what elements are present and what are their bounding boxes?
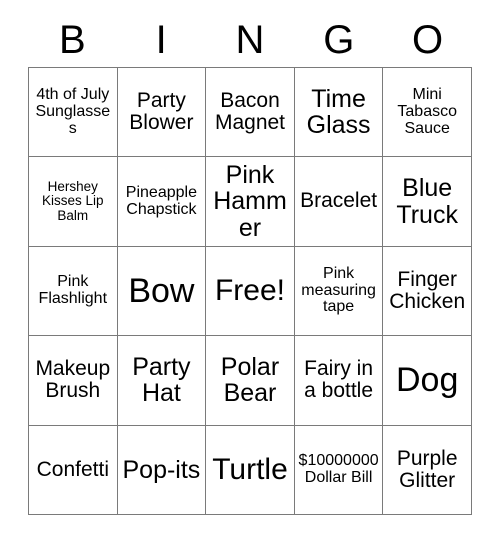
bingo-cell-label: Time Glass: [306, 84, 371, 140]
bingo-cell-b5[interactable]: Confetti: [29, 425, 118, 515]
free-space-label: Free!: [214, 274, 285, 308]
bingo-cell-label: Pink Hammer: [213, 160, 287, 242]
bingo-cell-label: Blue Truck: [396, 174, 458, 229]
bingo-cell-label: Bacon Magnet: [214, 88, 286, 135]
bingo-cell-g3[interactable]: Pink measuring tape: [294, 246, 384, 337]
bingo-cell-label: Bracelet: [300, 189, 378, 213]
bingo-cell-n2[interactable]: Pink Hammer: [206, 157, 295, 247]
bingo-cell-label: Hershey Kisses Lip Balm: [42, 179, 104, 223]
bingo-cell-o4[interactable]: Dog: [383, 336, 472, 426]
bingo-cell-label: Turtle: [212, 452, 288, 486]
bingo-cell-o3[interactable]: Finger Chicken: [383, 246, 472, 337]
bingo-cell-label: Finger Chicken: [389, 267, 466, 313]
bingo-cell-i3[interactable]: Bow: [117, 246, 207, 337]
bingo-cell-label: Party Blower: [129, 88, 194, 135]
bingo-cell-g2[interactable]: Bracelet: [294, 157, 384, 247]
bingo-card: B I N G O 4th of July Sunglasses Party B…: [0, 0, 500, 544]
bingo-cell-n1[interactable]: Bacon Magnet: [206, 68, 295, 158]
bingo-cell-label: Mini Tabasco Sauce: [397, 85, 457, 137]
bingo-cell-b3[interactable]: Pink Flashlight: [29, 246, 118, 337]
bingo-cell-label: Purple Glitter: [396, 446, 458, 492]
bingo-cell-o2[interactable]: Blue Truck: [383, 157, 472, 247]
bingo-cell-n4[interactable]: Polar Bear: [206, 336, 295, 426]
bingo-cell-i5[interactable]: Pop-its: [117, 425, 207, 515]
bingo-cell-label: $10000000 Dollar Bill: [298, 451, 379, 486]
bingo-cell-b1[interactable]: 4th of July Sunglasses: [29, 68, 118, 158]
bingo-cell-label: Polar Bear: [220, 352, 280, 408]
bingo-cell-free-space[interactable]: Free!: [206, 246, 295, 337]
bingo-cell-label: Makeup Brush: [35, 357, 111, 403]
bingo-header-letter-b: B: [59, 18, 86, 62]
bingo-cell-o1[interactable]: Mini Tabasco Sauce: [383, 68, 472, 158]
bingo-cell-i1[interactable]: Party Blower: [117, 68, 207, 158]
bingo-cell-g4[interactable]: Fairy in a bottle: [294, 336, 384, 426]
bingo-cell-label: Confetti: [36, 457, 109, 481]
bingo-cell-label: Pink Flashlight: [38, 273, 108, 307]
bingo-cell-label: Party Hat: [132, 352, 191, 408]
bingo-header-letter-i: I: [155, 18, 167, 62]
bingo-cell-label: 4th of July Sunglasses: [35, 85, 111, 137]
bingo-cell-label: Dog: [396, 361, 459, 400]
bingo-header-row: B I N G O: [28, 14, 472, 66]
bingo-cell-g1[interactable]: Time Glass: [294, 68, 384, 158]
bingo-cell-b2[interactable]: Hershey Kisses Lip Balm: [29, 157, 118, 247]
bingo-cell-label: Pineapple Chapstick: [125, 183, 197, 218]
bingo-grid: 4th of July Sunglasses Party Blower Baco…: [28, 67, 472, 515]
bingo-header-letter-n: N: [235, 18, 265, 62]
bingo-cell-o5[interactable]: Purple Glitter: [383, 425, 472, 515]
bingo-cell-b4[interactable]: Makeup Brush: [29, 336, 118, 426]
bingo-cell-n5[interactable]: Turtle: [206, 425, 295, 515]
bingo-header-letter-g: G: [323, 18, 355, 62]
bingo-cell-label: Pop-its: [122, 455, 201, 484]
bingo-cell-i4[interactable]: Party Hat: [117, 336, 207, 426]
bingo-header-letter-o: O: [412, 18, 444, 62]
bingo-cell-i2[interactable]: Pineapple Chapstick: [117, 157, 207, 247]
bingo-cell-g5[interactable]: $10000000 Dollar Bill: [294, 425, 384, 515]
bingo-cell-label: Pink measuring tape: [301, 264, 376, 316]
bingo-cell-label: Bow: [128, 271, 195, 310]
bingo-cell-label: Fairy in a bottle: [304, 357, 374, 403]
